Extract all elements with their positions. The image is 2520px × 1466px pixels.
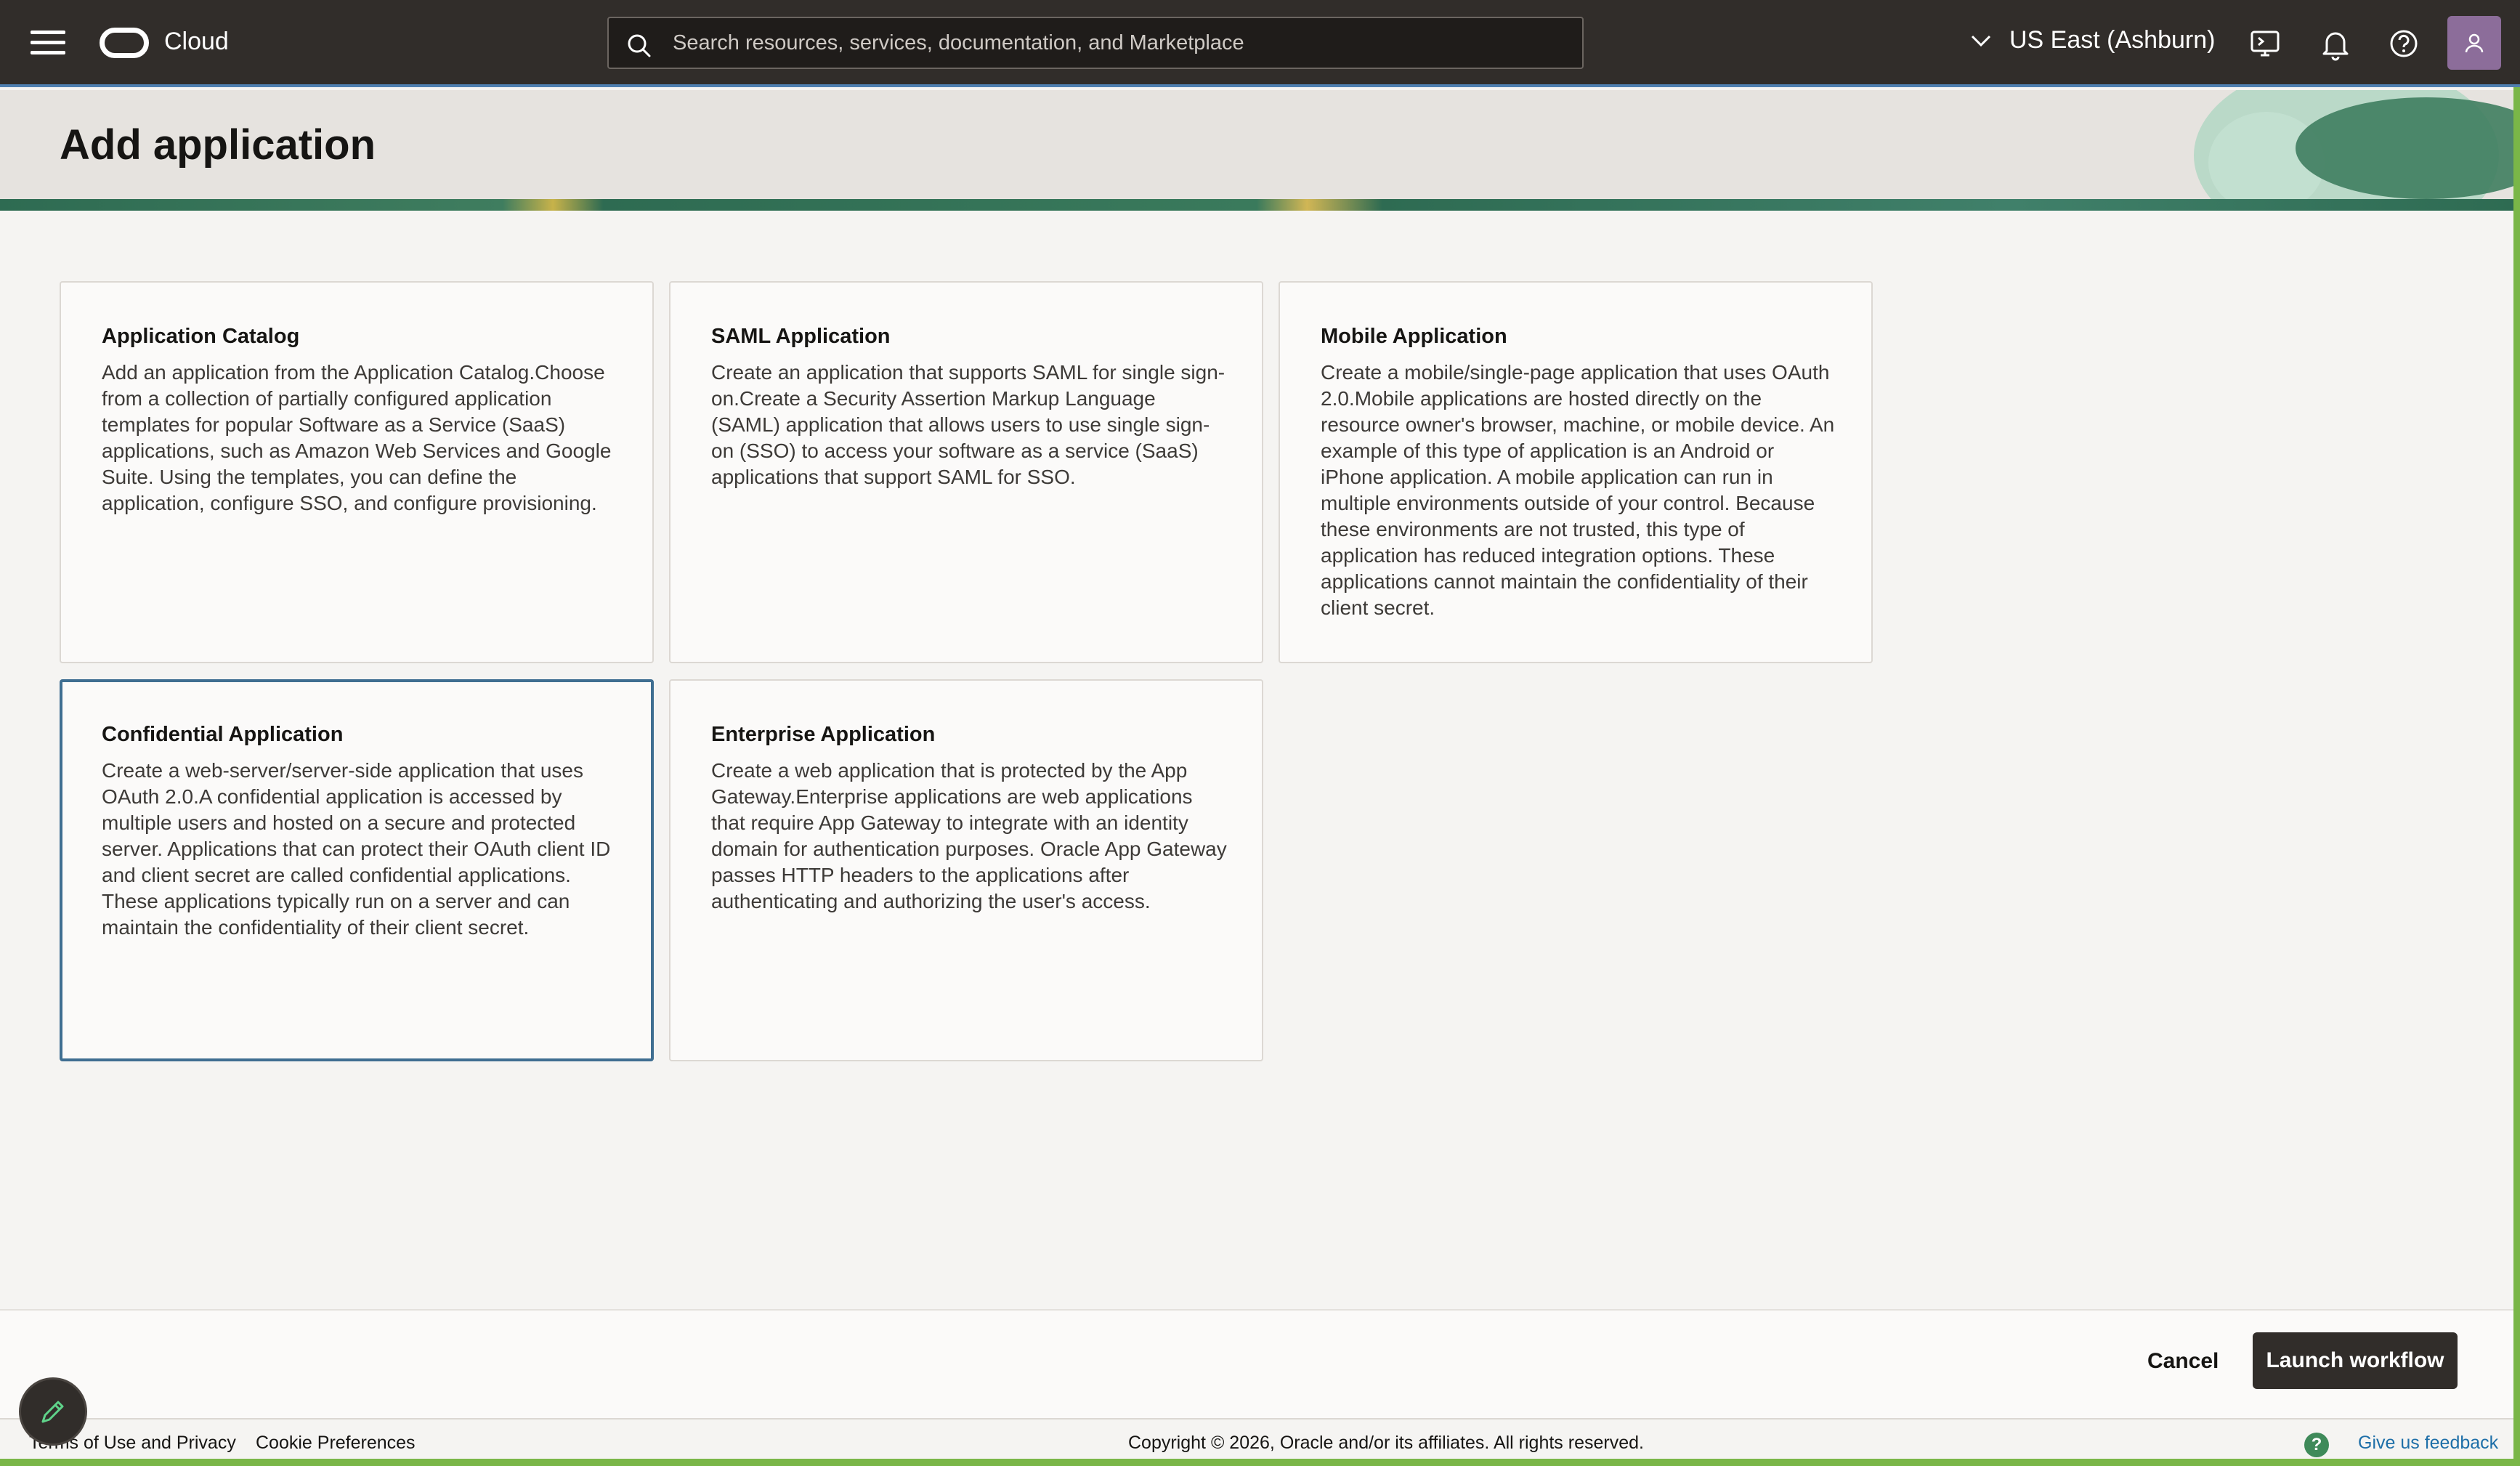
user-icon xyxy=(2465,33,2484,53)
card-application-catalog[interactable]: Application Catalog Add an application f… xyxy=(60,281,654,663)
card-title: Confidential Application xyxy=(102,723,344,746)
cookie-preferences-link[interactable]: Cookie Preferences xyxy=(256,1433,416,1454)
card-title: Application Catalog xyxy=(102,325,300,348)
search-input[interactable] xyxy=(673,18,1559,68)
bell-icon[interactable] xyxy=(2318,26,2353,61)
card-enterprise-application[interactable]: Enterprise Application Create a web appl… xyxy=(669,679,1263,1061)
launch-workflow-button[interactable]: Launch workflow xyxy=(2253,1332,2458,1389)
copyright-text: Copyright © 2026, Oracle and/or its affi… xyxy=(1128,1433,1644,1453)
card-saml-application[interactable]: SAML Application Create an application t… xyxy=(669,281,1263,663)
window-edge xyxy=(0,1459,2520,1466)
edit-fab-button[interactable] xyxy=(19,1377,87,1446)
search-bar[interactable] xyxy=(607,17,1584,69)
card-title: Mobile Application xyxy=(1321,325,1507,348)
card-description: Create an application that supports SAML… xyxy=(711,361,1225,488)
page-header-banner xyxy=(0,90,2513,211)
card-description: Create a web application that is protect… xyxy=(711,759,1227,912)
card-description: Add an application from the Application … xyxy=(102,361,612,514)
page-footer: Terms of Use and Privacy Cookie Preferen… xyxy=(0,1418,2513,1460)
oracle-logo-icon[interactable] xyxy=(100,28,149,58)
hamburger-menu-icon[interactable] xyxy=(31,31,65,57)
cancel-button[interactable]: Cancel xyxy=(2128,1334,2237,1389)
window-edge xyxy=(2513,87,2520,1466)
feedback-link[interactable]: Give us feedback xyxy=(2358,1433,2498,1454)
card-mobile-application[interactable]: Mobile Application Create a mobile/singl… xyxy=(1279,281,1873,663)
question-icon: ? xyxy=(2304,1433,2329,1457)
page-title: Add application xyxy=(60,121,376,169)
chevron-down-icon xyxy=(1971,35,1991,46)
user-avatar[interactable] xyxy=(2447,16,2501,70)
card-description: Create a mobile/single-page application … xyxy=(1321,361,1835,619)
pencil-icon xyxy=(41,1401,64,1423)
card-confidential-application[interactable]: Confidential Application Create a web-se… xyxy=(60,679,654,1061)
cloud-shell-icon[interactable] xyxy=(2248,26,2282,61)
card-title: SAML Application xyxy=(711,325,891,348)
help-icon[interactable] xyxy=(2386,26,2421,61)
search-icon xyxy=(628,34,651,57)
card-description: Create a web-server/server-side applicat… xyxy=(102,759,611,939)
card-title: Enterprise Application xyxy=(711,723,936,746)
top-navigation-bar: Cloud US East (Ashburn) xyxy=(0,0,2520,87)
banner-strip xyxy=(0,199,2513,211)
brand-name[interactable]: Cloud xyxy=(164,28,229,56)
region-selector[interactable]: US East (Ashburn) xyxy=(1970,26,2215,54)
region-label: US East (Ashburn) xyxy=(2009,26,2216,54)
